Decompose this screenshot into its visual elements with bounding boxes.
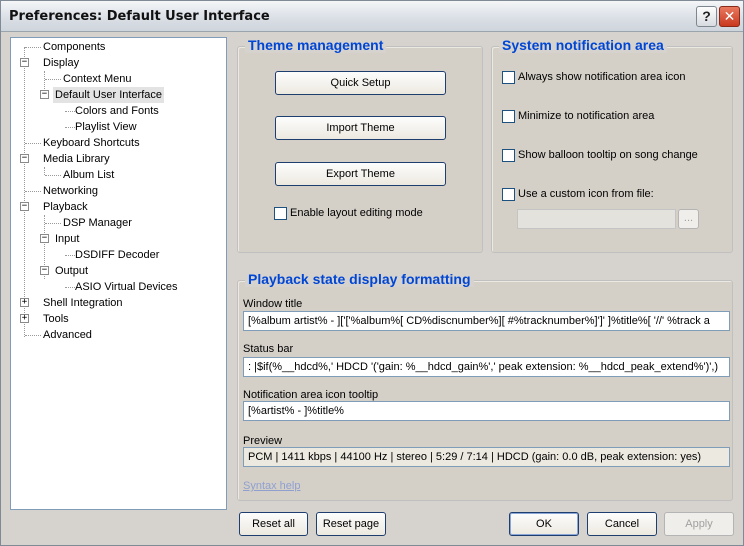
- tooltip-label: Notification area icon tooltip: [243, 389, 379, 401]
- tree-item-label: Album List: [63, 169, 115, 181]
- always-show-icon-checkbox[interactable]: Always show notification area icon: [502, 71, 686, 85]
- notification-area-group: System notification area Always show not…: [491, 37, 733, 253]
- tree-line: [25, 191, 41, 192]
- export-theme-button[interactable]: Export Theme: [275, 162, 446, 186]
- tree-item-label: Components: [43, 41, 106, 53]
- tree-line: [25, 47, 41, 48]
- playback-format-title: Playback state display formatting: [245, 271, 474, 287]
- collapse-icon[interactable]: −: [20, 154, 29, 163]
- checkbox-box[interactable]: [502, 188, 515, 201]
- expand-icon[interactable]: +: [20, 298, 29, 307]
- browse-icon-button[interactable]: ...: [678, 209, 699, 229]
- tree-item-label: Keyboard Shortcuts: [43, 137, 140, 149]
- theme-management-title: Theme management: [245, 37, 387, 53]
- reset-all-button[interactable]: Reset all: [239, 512, 308, 536]
- preferences-tree[interactable]: Components − Display Context Menu − Defa…: [10, 37, 227, 510]
- tree-item-label: Media Library: [43, 153, 110, 165]
- collapse-icon[interactable]: −: [20, 202, 29, 211]
- notification-area-title: System notification area: [499, 37, 667, 53]
- balloon-tooltip-checkbox[interactable]: Show balloon tooltip on song change: [502, 149, 698, 163]
- tree-item-label: Playback: [43, 201, 88, 213]
- quick-setup-button[interactable]: Quick Setup: [275, 71, 446, 95]
- tooltip-format-input[interactable]: [%artist% - ]%title%: [243, 401, 730, 421]
- title-bar[interactable]: Preferences: Default User Interface ? ✕: [1, 1, 743, 32]
- apply-button[interactable]: Apply: [664, 512, 734, 536]
- custom-icon-checkbox[interactable]: Use a custom icon from file:: [502, 188, 654, 202]
- tree-item-label: Context Menu: [63, 73, 132, 85]
- layout-editing-label: Enable layout editing mode: [290, 207, 423, 219]
- tree-line: [24, 47, 25, 337]
- window-title-label: Window title: [243, 298, 303, 310]
- collapse-icon[interactable]: −: [40, 90, 49, 99]
- tree-item-label: Default User Interface: [53, 87, 164, 103]
- tree-item-label: DSP Manager: [63, 217, 132, 229]
- custom-icon-label: Use a custom icon from file:: [518, 188, 654, 200]
- tree-item-label: Advanced: [43, 329, 92, 341]
- tree-item-label: Networking: [43, 185, 99, 197]
- syntax-help-link[interactable]: Syntax help: [243, 480, 300, 492]
- collapse-icon[interactable]: −: [40, 234, 49, 243]
- collapse-icon[interactable]: −: [20, 58, 29, 67]
- tree-item-label: Display: [43, 57, 80, 69]
- balloon-tooltip-label: Show balloon tooltip on song change: [518, 149, 698, 161]
- import-theme-button[interactable]: Import Theme: [275, 116, 446, 140]
- status-bar-format-input[interactable]: : |$if(%__hdcd%,' HDCD '('gain: %__hdcd_…: [243, 357, 730, 377]
- tree-line: [45, 223, 61, 224]
- custom-icon-path-input[interactable]: [517, 209, 676, 229]
- checkbox-box[interactable]: [502, 110, 515, 123]
- tree-item-label: Playlist View: [75, 121, 137, 133]
- tree-item-label: DSDIFF Decoder: [75, 249, 160, 261]
- tree-line: [45, 175, 61, 176]
- checkbox-box[interactable]: [274, 207, 287, 220]
- preview-output: PCM | 1411 kbps | 44100 Hz | stereo | 5:…: [243, 447, 730, 467]
- tree-item-label: ASIO Virtual Devices: [75, 281, 178, 293]
- minimize-to-tray-label: Minimize to notification area: [518, 110, 655, 122]
- always-show-icon-label: Always show notification area icon: [518, 71, 686, 83]
- tree-item-label: Input: [55, 233, 80, 245]
- collapse-icon[interactable]: −: [40, 266, 49, 275]
- playback-format-group: Playback state display formatting Window…: [237, 271, 733, 501]
- window-title-format-input[interactable]: [%album artist% - ]['['%album%[ CD%discn…: [243, 311, 730, 331]
- reset-page-button[interactable]: Reset page: [316, 512, 386, 536]
- close-button[interactable]: ✕: [719, 6, 740, 27]
- layout-editing-checkbox[interactable]: Enable layout editing mode: [274, 207, 423, 221]
- help-button[interactable]: ?: [696, 6, 717, 27]
- cancel-button[interactable]: Cancel: [587, 512, 657, 536]
- expand-icon[interactable]: +: [20, 314, 29, 323]
- preferences-window: Preferences: Default User Interface ? ✕ …: [0, 0, 744, 546]
- tree-line: [44, 167, 45, 175]
- theme-management-group: Theme management Quick Setup Import Them…: [237, 37, 483, 253]
- tree-item-label: Shell Integration: [43, 297, 123, 309]
- window-title: Preferences: Default User Interface: [9, 9, 270, 24]
- tree-line: [25, 335, 41, 336]
- ok-button[interactable]: OK: [509, 512, 579, 536]
- checkbox-box[interactable]: [502, 149, 515, 162]
- status-bar-label: Status bar: [243, 343, 294, 355]
- tree-item-label: Tools: [43, 313, 69, 325]
- tree-line: [25, 143, 41, 144]
- preview-label: Preview: [243, 435, 283, 447]
- tree-item-label: Colors and Fonts: [75, 105, 159, 117]
- checkbox-box[interactable]: [502, 71, 515, 84]
- tree-line: [45, 79, 61, 80]
- tree-item-label: Output: [55, 265, 89, 277]
- minimize-to-tray-checkbox[interactable]: Minimize to notification area: [502, 110, 654, 124]
